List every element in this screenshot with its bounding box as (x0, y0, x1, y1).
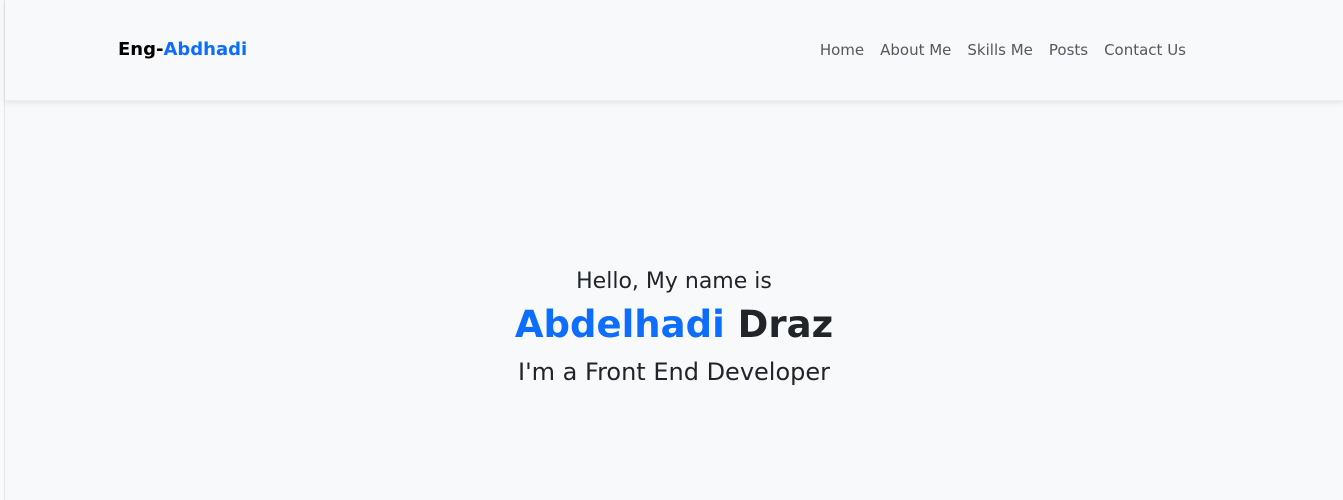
hero-role: I'm a Front End Developer (517, 358, 831, 386)
brand-accent: Abdhadi (163, 39, 248, 60)
brand-logo-link[interactable]: Eng-Abdhadi (118, 38, 247, 62)
nav-link-skills-me[interactable]: Skills Me (967, 39, 1032, 61)
navbar: Eng-Abdhadi Home About Me Skills Me Post… (5, 0, 1343, 101)
hero-first-name: Abdelhadi (514, 303, 725, 346)
nav-link-contact-us[interactable]: Contact Us (1104, 39, 1186, 61)
hero-greeting: Hello, My name is (576, 269, 772, 294)
nav-link-home[interactable]: Home (820, 39, 864, 61)
nav-links: Home About Me Skills Me Posts Contact Us (820, 39, 1186, 61)
brand-prefix: Eng- (118, 39, 164, 60)
hero-last-name: Draz (737, 303, 834, 346)
hero-section: Hello, My name is Abdelhadi Draz I'm a F… (5, 262, 1343, 396)
page-frame: Eng-Abdhadi Home About Me Skills Me Post… (4, 0, 1343, 500)
nav-link-about-me[interactable]: About Me (880, 39, 951, 61)
nav-link-posts[interactable]: Posts (1049, 39, 1088, 61)
hero-name: Abdelhadi Draz (5, 302, 1343, 348)
